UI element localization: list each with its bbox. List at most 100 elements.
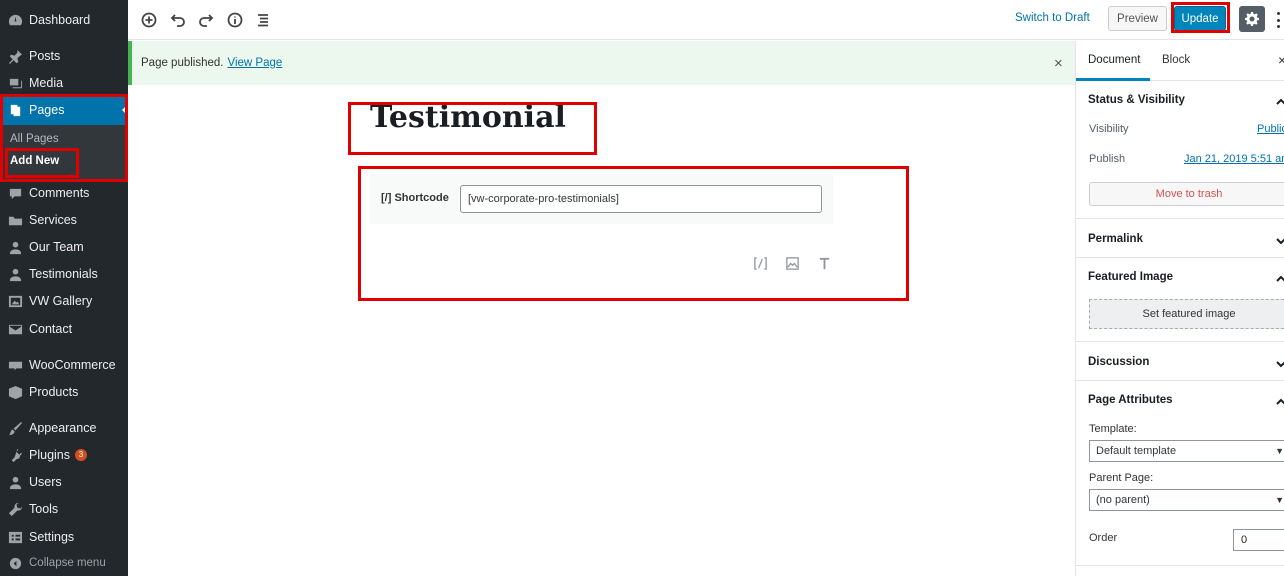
shortcode-block[interactable]: [/] Shortcode [vw-corporate-pro-testimon… <box>370 174 833 224</box>
sidebar-item-tools[interactable]: Tools <box>0 496 128 522</box>
sidebar-item-contact[interactable]: Contact <box>0 316 128 342</box>
page-attributes-header[interactable]: Page Attributes <box>1088 394 1173 406</box>
active-indicator <box>122 104 128 116</box>
sidebar-item-label: Comments <box>29 186 90 200</box>
gallery-icon <box>7 293 23 309</box>
folder-icon <box>7 212 23 228</box>
update-count-badge: 3 <box>75 449 87 461</box>
sidebar-item-services[interactable]: Services <box>0 207 128 233</box>
parent-page-select[interactable]: (no parent) ▼ <box>1089 489 1284 511</box>
order-input[interactable]: 0 <box>1233 529 1284 551</box>
settings-icon <box>7 529 23 545</box>
page-title[interactable]: Testimonial <box>370 100 566 135</box>
divider <box>1076 218 1284 219</box>
sidebar-item-woocommerce[interactable]: WooCommerce <box>0 352 128 378</box>
publish-date-link[interactable]: Jan 21, 2019 5:51 am <box>1184 153 1284 165</box>
mail-icon <box>7 321 23 337</box>
sidebar-item-pages[interactable]: Pages <box>0 95 128 125</box>
sidebar-item-appearance[interactable]: Appearance <box>0 415 128 441</box>
sidebar-item-label: Contact <box>29 322 73 336</box>
paragraph-inserter-icon[interactable] <box>815 254 833 272</box>
chevron-down-icon[interactable] <box>1276 357 1284 368</box>
image-inserter-icon[interactable] <box>783 254 801 272</box>
sidebar-item-vw-gallery[interactable]: VW Gallery <box>0 288 128 314</box>
sidebar-item-plugins[interactable]: Plugins 3 <box>0 442 128 468</box>
notice-text: Page published. <box>141 57 224 69</box>
chevron-up-icon[interactable] <box>1276 95 1284 105</box>
media-icon <box>7 75 23 91</box>
sidebar-item-label: WooCommerce <box>29 358 116 372</box>
sidebar-item-label: Plugins <box>29 448 70 462</box>
chevron-up-icon[interactable] <box>1276 395 1284 405</box>
sidebar-item-label: Our Team <box>29 240 84 254</box>
settings-tabs: Document Block × <box>1076 41 1284 81</box>
more-options-icon[interactable] <box>1274 10 1282 30</box>
add-block-icon[interactable] <box>139 10 159 30</box>
close-icon[interactable]: × <box>1054 55 1063 72</box>
sidebar-item-label: Pages <box>29 103 65 117</box>
redo-icon[interactable] <box>196 10 216 30</box>
preview-button[interactable]: Preview <box>1108 6 1167 31</box>
sidebar-item-our-team[interactable]: Our Team <box>0 234 128 260</box>
wp-admin-screen: Dashboard Posts Media Pages All Pages Ad… <box>0 0 1284 576</box>
dropdown-caret-icon: ▼ <box>1275 446 1284 456</box>
close-icon[interactable]: × <box>1278 52 1284 68</box>
sidebar-item-label: Products <box>29 385 79 399</box>
brush-icon <box>7 420 23 436</box>
tab-document[interactable]: Document <box>1088 54 1140 66</box>
sidebar-item-label: Settings <box>29 530 75 544</box>
sidebar-item-settings[interactable]: Settings <box>0 524 128 550</box>
submenu-all-pages[interactable]: All Pages <box>10 133 59 145</box>
parent-page-label: Parent Page: <box>1089 472 1154 484</box>
move-to-trash-button[interactable]: Move to trash <box>1089 182 1284 206</box>
divider <box>1076 565 1284 566</box>
sidebar-item-posts[interactable]: Posts <box>0 43 128 69</box>
shortcode-label: [/] Shortcode <box>381 192 449 204</box>
featured-image-header[interactable]: Featured Image <box>1088 271 1173 283</box>
comment-icon <box>7 185 23 201</box>
switch-to-draft-link[interactable]: Switch to Draft <box>1015 12 1090 24</box>
info-icon[interactable] <box>225 10 245 30</box>
admin-sidebar: Dashboard Posts Media Pages All Pages Ad… <box>0 0 128 576</box>
collapse-menu-button[interactable]: Collapse menu <box>0 550 128 576</box>
discussion-header[interactable]: Discussion <box>1088 356 1149 368</box>
view-page-link[interactable]: View Page <box>227 57 282 69</box>
collapse-label: Collapse menu <box>29 557 106 569</box>
shortcode-inserter-icon[interactable] <box>751 254 769 272</box>
status-visibility-header[interactable]: Status & Visibility <box>1088 94 1185 106</box>
divider <box>1076 257 1284 258</box>
sidebar-item-media[interactable]: Media <box>0 70 128 96</box>
set-featured-image-button[interactable]: Set featured image <box>1089 299 1284 329</box>
sidebar-item-label: Tools <box>29 502 59 516</box>
undo-icon[interactable] <box>168 10 188 30</box>
update-button[interactable]: Update <box>1174 6 1226 31</box>
sidebar-item-products[interactable]: Products <box>0 379 128 405</box>
sidebar-item-comments[interactable]: Comments <box>0 180 128 206</box>
shortcode-input[interactable]: [vw-corporate-pro-testimonials] <box>460 185 822 213</box>
sidebar-item-dashboard[interactable]: Dashboard <box>0 7 128 33</box>
chevron-up-icon[interactable] <box>1276 272 1284 282</box>
sidebar-item-label: Posts <box>29 49 61 63</box>
outline-icon[interactable] <box>253 10 273 30</box>
visibility-link[interactable]: Public <box>1257 123 1284 135</box>
pages-icon <box>7 102 23 118</box>
woo-icon <box>7 357 23 373</box>
template-value: Default template <box>1096 445 1177 457</box>
submenu-add-new[interactable]: Add New <box>10 155 59 167</box>
sidebar-item-testimonials[interactable]: Testimonials <box>0 261 128 287</box>
permalink-header[interactable]: Permalink <box>1088 233 1143 245</box>
tab-block[interactable]: Block <box>1162 54 1190 66</box>
sidebar-item-label: VW Gallery <box>29 294 93 308</box>
template-select[interactable]: Default template ▼ <box>1089 440 1284 462</box>
sidebar-item-label: Dashboard <box>29 13 91 27</box>
box-icon <box>7 384 23 400</box>
sidebar-item-users[interactable]: Users <box>0 469 128 495</box>
chevron-down-icon[interactable] <box>1276 234 1284 245</box>
settings-sidebar: Document Block × Status & Visibility Vis… <box>1075 41 1284 576</box>
sidebar-item-label: Media <box>29 76 64 90</box>
plug-icon <box>7 447 23 463</box>
settings-gear-button[interactable] <box>1239 6 1265 32</box>
published-notice: Page published. View Page × <box>128 41 1075 85</box>
sidebar-item-label: Users <box>29 475 62 489</box>
order-label: Order <box>1089 532 1118 544</box>
